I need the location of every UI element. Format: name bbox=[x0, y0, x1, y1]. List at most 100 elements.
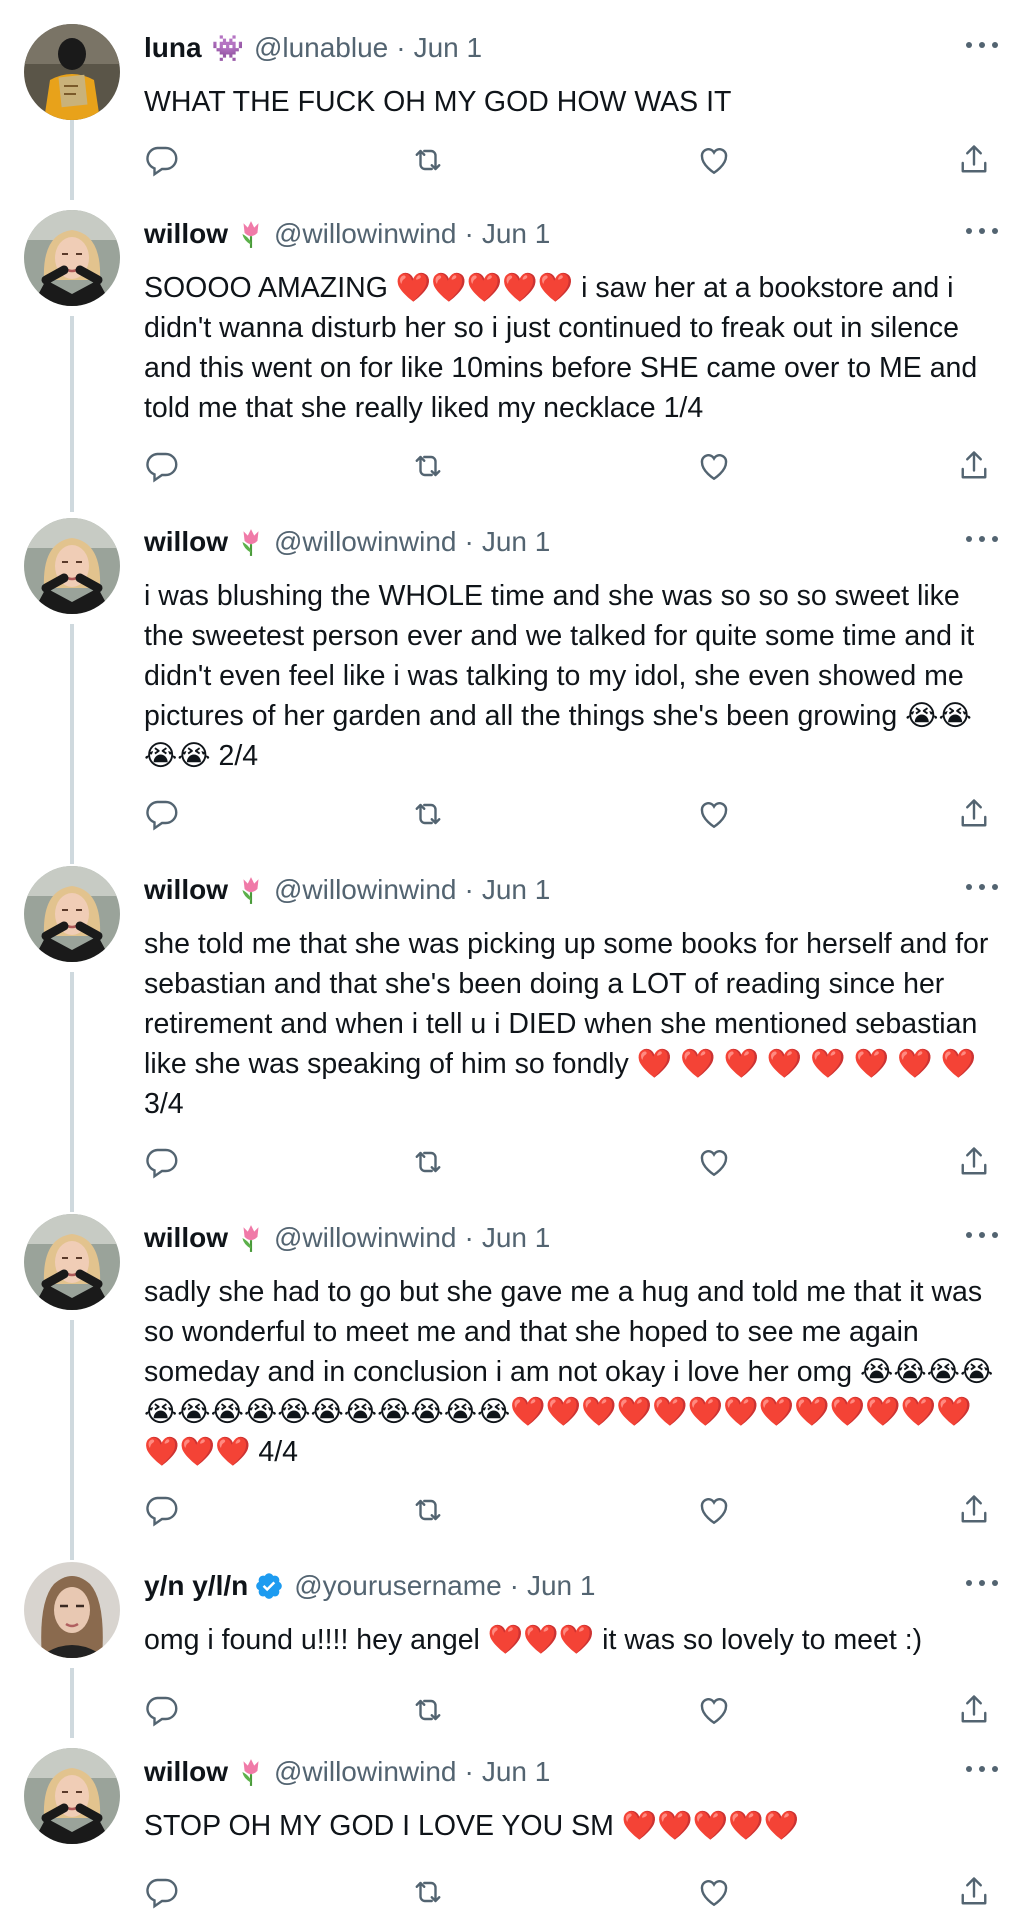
reply-icon[interactable] bbox=[144, 142, 180, 178]
display-name[interactable]: luna bbox=[144, 32, 202, 64]
willow-avatar[interactable] bbox=[24, 518, 120, 614]
retweet-icon[interactable] bbox=[410, 448, 446, 484]
thread-line bbox=[70, 624, 74, 864]
separator-dot: · bbox=[396, 32, 406, 63]
tweet-actions bbox=[144, 1492, 1004, 1532]
tweet-text: omg i found u!!!! hey angel ❤️❤️❤️ it wa… bbox=[144, 1624, 923, 1656]
tweet-actions bbox=[144, 1144, 1004, 1184]
tweet-date[interactable]: Jun 1 bbox=[482, 874, 551, 906]
display-name[interactable]: willow bbox=[144, 1756, 228, 1788]
tulip-icon bbox=[238, 219, 264, 249]
separator-dot: · bbox=[509, 1570, 519, 1601]
more-icon[interactable] bbox=[966, 226, 998, 236]
retweet-icon[interactable] bbox=[410, 142, 446, 178]
willow-avatar[interactable] bbox=[24, 210, 120, 306]
reply-icon[interactable] bbox=[144, 796, 180, 832]
more-icon[interactable] bbox=[966, 882, 998, 892]
share-icon[interactable] bbox=[956, 142, 992, 178]
more-icon[interactable] bbox=[966, 534, 998, 544]
more-icon[interactable] bbox=[966, 40, 998, 50]
tweet-date[interactable]: Jun 1 bbox=[527, 1570, 596, 1602]
reply-icon[interactable] bbox=[144, 1492, 180, 1528]
tweet-header: willow @willowinwind · Jun 1 bbox=[144, 1754, 550, 1790]
willow-avatar[interactable] bbox=[24, 1748, 120, 1844]
yn-avatar[interactable] bbox=[24, 1562, 120, 1658]
retweet-icon[interactable] bbox=[410, 1692, 446, 1728]
display-name[interactable]: willow bbox=[144, 874, 228, 906]
separator-dot: · bbox=[464, 526, 474, 557]
more-icon[interactable] bbox=[966, 1230, 998, 1240]
tweet-header: willow @willowinwind · Jun 1 bbox=[144, 524, 550, 560]
tweet-header: willow @willowinwind · Jun 1 bbox=[144, 1220, 550, 1256]
username[interactable]: @willowinwind bbox=[274, 1222, 456, 1254]
more-icon[interactable] bbox=[966, 1578, 998, 1588]
like-icon[interactable] bbox=[696, 1692, 732, 1728]
tweet-date[interactable]: Jun 1 bbox=[482, 1756, 551, 1788]
tweet-actions bbox=[144, 796, 1004, 836]
reply-icon[interactable] bbox=[144, 1144, 180, 1180]
willow-avatar[interactable] bbox=[24, 866, 120, 962]
tweet-actions bbox=[144, 142, 1004, 182]
share-icon[interactable] bbox=[956, 1492, 992, 1528]
reply-icon[interactable] bbox=[144, 448, 180, 484]
tweet-header: willow @willowinwind · Jun 1 bbox=[144, 216, 550, 252]
display-name[interactable]: y/n y/l/n bbox=[144, 1570, 248, 1602]
tweet-date[interactable]: Jun 1 bbox=[414, 32, 483, 64]
tweet-header: y/n y/l/n @yourusername · Jun 1 bbox=[144, 1568, 595, 1604]
like-icon[interactable] bbox=[696, 796, 732, 832]
tulip-icon bbox=[238, 527, 264, 557]
tweet-text: SOOOO AMAZING ❤️❤️❤️❤️❤️ i saw her at a … bbox=[144, 272, 978, 424]
tweet-date[interactable]: Jun 1 bbox=[482, 526, 551, 558]
tweet-actions bbox=[144, 1874, 1004, 1914]
retweet-icon[interactable] bbox=[410, 1492, 446, 1528]
tulip-icon bbox=[238, 875, 264, 905]
separator-dot: · bbox=[464, 1222, 474, 1253]
reply-icon[interactable] bbox=[144, 1692, 180, 1728]
retweet-icon[interactable] bbox=[410, 1874, 446, 1910]
tweet-text: she told me that she was picking up some… bbox=[144, 928, 989, 1120]
retweet-icon[interactable] bbox=[410, 796, 446, 832]
willow-avatar[interactable] bbox=[24, 1214, 120, 1310]
share-icon[interactable] bbox=[956, 1144, 992, 1180]
reply-icon[interactable] bbox=[144, 1874, 180, 1910]
display-name[interactable]: willow bbox=[144, 526, 228, 558]
retweet-icon[interactable] bbox=[410, 1144, 446, 1180]
separator-dot: · bbox=[464, 218, 474, 249]
share-icon[interactable] bbox=[956, 1692, 992, 1728]
share-icon[interactable] bbox=[956, 1874, 992, 1910]
tweet-text: sadly she had to go but she gave me a hu… bbox=[144, 1276, 994, 1468]
separator-dot: · bbox=[464, 874, 474, 905]
like-icon[interactable] bbox=[696, 1144, 732, 1180]
tweet-header: willow @willowinwind · Jun 1 bbox=[144, 872, 550, 908]
tweet-text: i was blushing the WHOLE time and she wa… bbox=[144, 580, 975, 772]
display-name[interactable]: willow bbox=[144, 218, 228, 250]
tulip-icon bbox=[238, 1757, 264, 1787]
thread-line bbox=[70, 1320, 74, 1560]
tweet-text: STOP OH MY GOD I LOVE YOU SM ❤️❤️❤️❤️❤️ bbox=[144, 1810, 800, 1842]
tweet-actions bbox=[144, 448, 1004, 488]
like-icon[interactable] bbox=[696, 1874, 732, 1910]
share-icon[interactable] bbox=[956, 448, 992, 484]
username[interactable]: @willowinwind bbox=[274, 218, 456, 250]
verified-badge-icon bbox=[254, 1571, 284, 1601]
thread-line bbox=[70, 1668, 74, 1738]
like-icon[interactable] bbox=[696, 448, 732, 484]
tweet-text: WHAT THE FUCK OH MY GOD HOW WAS IT bbox=[144, 86, 732, 118]
username[interactable]: @willowinwind bbox=[274, 526, 456, 558]
like-icon[interactable] bbox=[696, 1492, 732, 1528]
tulip-icon bbox=[238, 1223, 264, 1253]
tweet-header: luna 👾 @lunablue · Jun 1 bbox=[144, 30, 482, 66]
luna-avatar[interactable] bbox=[24, 24, 120, 120]
like-icon[interactable] bbox=[696, 142, 732, 178]
username[interactable]: @willowinwind bbox=[274, 1756, 456, 1788]
username[interactable]: @lunablue bbox=[254, 32, 388, 64]
thread-line bbox=[70, 316, 74, 512]
share-icon[interactable] bbox=[956, 796, 992, 832]
alien-monster-icon: 👾 bbox=[211, 32, 244, 63]
username[interactable]: @willowinwind bbox=[274, 874, 456, 906]
tweet-date[interactable]: Jun 1 bbox=[482, 1222, 551, 1254]
username[interactable]: @yourusername bbox=[294, 1570, 501, 1602]
more-icon[interactable] bbox=[966, 1764, 998, 1774]
display-name[interactable]: willow bbox=[144, 1222, 228, 1254]
tweet-date[interactable]: Jun 1 bbox=[482, 218, 551, 250]
